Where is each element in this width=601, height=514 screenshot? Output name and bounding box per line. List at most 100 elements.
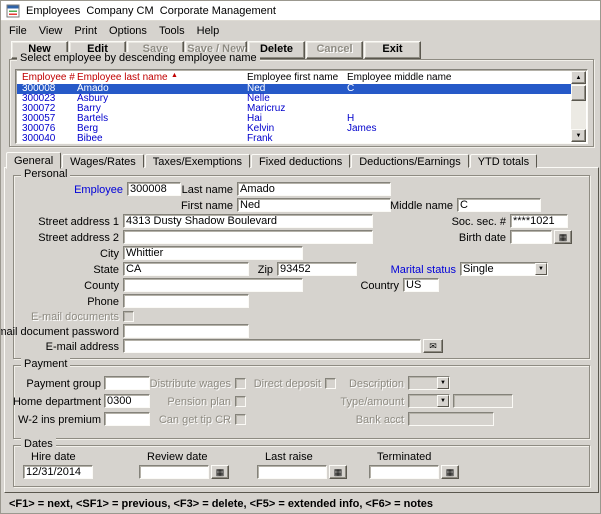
city-field[interactable]: Whittier bbox=[123, 246, 303, 260]
city-label: City bbox=[0, 248, 119, 260]
column-header-employee-number[interactable]: Employee # bbox=[22, 72, 75, 83]
calendar-icon: ▦ bbox=[446, 467, 455, 477]
calendar-icon: ▦ bbox=[334, 467, 343, 477]
chevron-down-icon[interactable]: ▼ bbox=[535, 263, 547, 275]
menu-item-print[interactable]: Print bbox=[68, 23, 103, 39]
bank-acct-field bbox=[408, 412, 494, 426]
employees-window: Employees Company CM Corporate Managemen… bbox=[0, 0, 601, 514]
birth-date-label: Birth date bbox=[306, 232, 506, 244]
menu-item-help[interactable]: Help bbox=[191, 23, 226, 39]
status-bar: <F1> = next, <SF1> = previous, <F3> = de… bbox=[9, 498, 433, 510]
app-icon bbox=[6, 4, 20, 18]
scroll-up-icon[interactable]: ▲ bbox=[571, 71, 586, 84]
marital-status-label: Marital status bbox=[256, 264, 456, 276]
chevron-down-icon: ▼ bbox=[437, 395, 449, 407]
email-document-password-label: E-mail document password bbox=[0, 326, 119, 338]
last-name-label: Last name bbox=[33, 184, 233, 196]
chevron-down-icon: ▼ bbox=[437, 377, 449, 389]
email-document-password-field[interactable] bbox=[123, 324, 249, 338]
dates-group-title: Dates bbox=[21, 438, 56, 450]
marital-status-value: Single bbox=[463, 263, 494, 275]
terminated-label: Terminated bbox=[377, 451, 431, 463]
type-amount-field bbox=[453, 394, 513, 408]
menu-item-view[interactable]: View bbox=[33, 23, 69, 39]
cell-last-name: Bibee bbox=[77, 134, 103, 144]
tab-strip: General Wages/Rates Taxes/Exemptions Fix… bbox=[6, 151, 538, 168]
terminated-field[interactable] bbox=[369, 465, 439, 479]
ssn-field[interactable]: ****1021 bbox=[510, 214, 568, 228]
zip-label: Zip bbox=[73, 264, 273, 276]
description-dropdown: ▼ bbox=[408, 376, 450, 390]
review-date-field[interactable] bbox=[139, 465, 209, 479]
payment-group-title: Payment bbox=[21, 358, 70, 370]
street-address-2-label: Street address 2 bbox=[0, 232, 119, 244]
employee-select-group-title: Select employee by descending employee n… bbox=[17, 52, 260, 64]
window-subtitle: Company CM Corporate Management bbox=[86, 5, 276, 17]
tab-fixed-deductions[interactable]: Fixed deductions bbox=[251, 154, 350, 168]
cell-middle-name: James bbox=[347, 124, 376, 134]
cell-middle-name: C bbox=[347, 84, 354, 94]
tab-taxes-exemptions[interactable]: Taxes/Exemptions bbox=[145, 154, 250, 168]
last-raise-label: Last raise bbox=[265, 451, 313, 463]
ssn-label: Soc. sec. # bbox=[306, 216, 506, 228]
tab-wages-rates[interactable]: Wages/Rates bbox=[62, 154, 144, 168]
sort-ascending-icon: ▲ bbox=[171, 72, 178, 79]
hire-date-field[interactable]: 12/31/2014 bbox=[23, 465, 93, 479]
last-raise-field[interactable] bbox=[257, 465, 327, 479]
birth-date-calendar-button[interactable]: ▦ bbox=[554, 230, 572, 244]
list-scrollbar[interactable]: ▲ ▼ bbox=[571, 71, 586, 142]
column-header-first-name[interactable]: Employee first name bbox=[247, 72, 338, 83]
column-header-middle-name[interactable]: Employee middle name bbox=[347, 72, 452, 83]
middle-name-label: Middle name bbox=[253, 200, 453, 212]
email-address-label: E-mail address bbox=[0, 341, 119, 353]
phone-field[interactable] bbox=[123, 294, 249, 308]
birth-date-field[interactable] bbox=[510, 230, 552, 244]
email-button[interactable]: ✉ bbox=[423, 339, 443, 353]
envelope-icon: ✉ bbox=[429, 341, 437, 351]
column-header-last-name[interactable]: Employee last name bbox=[77, 72, 168, 83]
exit-button[interactable]: Exit bbox=[364, 41, 421, 59]
menu-item-tools[interactable]: Tools bbox=[153, 23, 191, 39]
email-documents-checkbox bbox=[123, 311, 134, 322]
employee-rows: 300008 Amado Ned C 300023 Asbury Nelle 3… bbox=[17, 84, 573, 144]
type-amount-dropdown: ▼ bbox=[408, 394, 450, 408]
scroll-down-icon[interactable]: ▼ bbox=[571, 129, 586, 142]
bank-acct-label: Bank acct bbox=[204, 414, 404, 426]
scrollbar-thumb[interactable] bbox=[571, 85, 586, 101]
can-get-tip-cr-label: Can get tip CR bbox=[31, 414, 231, 426]
country-label: Country bbox=[199, 280, 399, 292]
cell-first-name: Frank bbox=[247, 134, 273, 144]
email-address-field[interactable] bbox=[123, 339, 421, 353]
review-date-calendar-button[interactable]: ▦ bbox=[211, 465, 229, 479]
table-row[interactable]: 300040 Bibee Frank bbox=[17, 134, 573, 144]
first-name-label: First name bbox=[33, 200, 233, 212]
terminated-calendar-button[interactable]: ▦ bbox=[441, 465, 459, 479]
tab-ytd-totals[interactable]: YTD totals bbox=[470, 154, 537, 168]
tab-deductions-earnings[interactable]: Deductions/Earnings bbox=[351, 154, 469, 168]
pension-plan-label: Pension plan bbox=[31, 396, 231, 408]
calendar-icon: ▦ bbox=[559, 232, 568, 242]
last-raise-calendar-button[interactable]: ▦ bbox=[329, 465, 347, 479]
window-title: Employees bbox=[26, 5, 80, 17]
employee-list: Employee # Employee last name ▲ Employee… bbox=[15, 69, 588, 144]
country-field[interactable]: US bbox=[403, 278, 439, 292]
phone-label: Phone bbox=[0, 296, 119, 308]
hire-date-label: Hire date bbox=[31, 451, 76, 463]
marital-status-dropdown[interactable]: Single ▼ bbox=[460, 262, 548, 276]
county-label: County bbox=[0, 280, 119, 292]
menu-item-file[interactable]: File bbox=[3, 23, 33, 39]
review-date-label: Review date bbox=[147, 451, 208, 463]
table-row[interactable]: 300057 Bartels Hai H bbox=[17, 114, 573, 124]
title-bar: Employees Company CM Corporate Managemen… bbox=[1, 1, 600, 21]
menu-item-options[interactable]: Options bbox=[103, 23, 153, 39]
calendar-icon: ▦ bbox=[216, 467, 225, 477]
cell-employee-number: 300040 bbox=[22, 134, 55, 144]
menu-bar: File View Print Options Tools Help bbox=[1, 22, 600, 39]
middle-name-field[interactable]: C bbox=[457, 198, 541, 212]
tab-general[interactable]: General bbox=[6, 152, 61, 169]
street-address-1-label: Street address 1 bbox=[0, 216, 119, 228]
last-name-field[interactable]: Amado bbox=[237, 182, 391, 196]
description-label: Description bbox=[204, 378, 404, 390]
email-documents-label: E-mail documents bbox=[0, 311, 119, 323]
cancel-button: Cancel bbox=[306, 41, 363, 59]
